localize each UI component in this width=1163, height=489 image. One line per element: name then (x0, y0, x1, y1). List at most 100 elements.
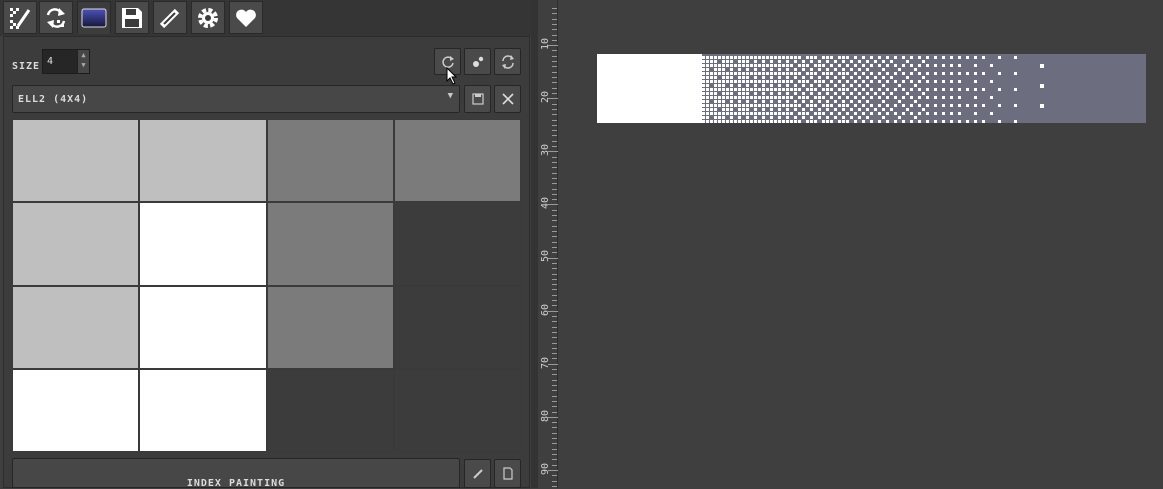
index-painting-button[interactable]: INDEX PAINTING (12, 458, 460, 489)
matrix-cell[interactable] (393, 119, 521, 203)
ruler-tick (552, 135, 557, 137)
ruler-tick (552, 278, 557, 280)
matrix-cell[interactable] (12, 285, 140, 369)
tab-pen[interactable] (153, 1, 187, 34)
new-document-button[interactable] (494, 459, 521, 488)
dither-pixel (802, 100, 805, 103)
ruler-tick (552, 119, 557, 121)
dither-pixel (722, 108, 725, 111)
edit-button[interactable] (464, 459, 491, 488)
tab-settings[interactable] (191, 1, 225, 34)
matrix-cell[interactable] (266, 368, 394, 452)
dither-pixel (926, 104, 929, 107)
dither-pixel (882, 84, 885, 87)
matrix-cell[interactable] (393, 202, 521, 286)
dither-pixel (790, 88, 793, 91)
dither-pixel (770, 112, 773, 115)
dither-pixel (858, 76, 861, 79)
ruler-tick (552, 289, 557, 291)
matrix-cell[interactable] (393, 285, 521, 369)
floppy-disk-icon (122, 7, 142, 28)
dither-pixel (898, 100, 901, 103)
dither-pixel (798, 104, 801, 107)
size-stepper[interactable]: ▲ ▼ (77, 50, 89, 73)
tab-favorite[interactable] (229, 1, 263, 34)
reset-button[interactable] (494, 48, 521, 75)
dither-pixel (858, 116, 861, 119)
delete-pattern-button[interactable] (494, 85, 521, 113)
matrix-cell[interactable] (266, 285, 394, 369)
dither-pixel (870, 56, 873, 59)
dither-pixel (918, 112, 921, 115)
matrix-cell[interactable] (139, 285, 267, 369)
dither-pixel (734, 56, 737, 59)
matrix-cell[interactable] (12, 202, 140, 286)
ruler-tick (552, 114, 557, 116)
dither-pixel (830, 104, 833, 107)
dither-pixel (794, 100, 797, 103)
dither-pixel (866, 68, 869, 71)
dither-pixel (710, 56, 713, 59)
reload-icon (501, 54, 514, 69)
ruler-tick (552, 183, 557, 185)
dither-pixel (778, 84, 781, 87)
save-pattern-button[interactable] (464, 85, 491, 113)
dither-pixel (702, 104, 705, 107)
matrix-cell[interactable] (139, 202, 267, 286)
ruler-tick (552, 347, 557, 349)
ruler-tick (552, 18, 557, 20)
dither-pixel (762, 80, 765, 83)
dither-pixel (838, 56, 841, 59)
dither-pixel (754, 88, 757, 91)
tab-gradient[interactable] (77, 1, 111, 34)
dither-pixel (762, 100, 765, 103)
tab-replace[interactable] (39, 1, 73, 34)
dither-pixel (838, 88, 841, 91)
tab-dither[interactable] (3, 1, 37, 34)
spin-up-icon[interactable]: ▲ (78, 50, 89, 60)
dither-pixel (854, 96, 857, 99)
dither-pixel (738, 68, 741, 71)
dither-pixel (722, 80, 725, 83)
dither-pixel (786, 60, 789, 63)
dither-pixel (798, 56, 801, 59)
tab-save[interactable] (115, 1, 149, 34)
dither-pixel (818, 84, 821, 87)
document-icon (502, 467, 513, 480)
pattern-dropdown[interactable]: ELL2 (4X4) ▼ (12, 85, 460, 113)
dither-pixel (730, 80, 733, 83)
dither-pixel (802, 116, 805, 119)
dither-pixel (738, 88, 741, 91)
matrix-cell[interactable] (12, 119, 140, 203)
matrix-cell[interactable] (12, 368, 140, 452)
ruler-tick (552, 262, 557, 264)
dither-pixel (902, 88, 905, 91)
dither-pixel (914, 84, 917, 87)
dither-matrix-grid[interactable] (12, 119, 521, 452)
matrix-cell[interactable] (266, 202, 394, 286)
dither-pixel (886, 112, 889, 115)
dither-pixel (810, 100, 813, 103)
dither-pixel (902, 104, 905, 107)
matrix-cell[interactable] (139, 368, 267, 452)
size-value[interactable]: 4 (47, 56, 53, 67)
dither-pixel (910, 96, 913, 99)
spin-down-icon[interactable]: ▼ (78, 60, 89, 70)
dots-button[interactable] (464, 48, 491, 75)
dither-pixel (786, 108, 789, 111)
dither-pixel (738, 80, 741, 83)
matrix-cell[interactable] (139, 119, 267, 203)
dither-pixel (746, 80, 749, 83)
ruler-tick (552, 454, 557, 456)
dither-pixel (734, 80, 737, 83)
chevron-down-icon[interactable]: ▼ (448, 91, 453, 101)
size-spinbox[interactable]: 4 ▲ ▼ (42, 49, 90, 74)
dither-pixel (778, 104, 781, 107)
matrix-cell[interactable] (266, 119, 394, 203)
dither-pixel (746, 84, 749, 87)
matrix-cell[interactable] (393, 368, 521, 452)
dither-pixel (758, 72, 761, 75)
dither-pixel (822, 104, 825, 107)
dither-pixel (762, 120, 765, 123)
dither-pixel (722, 72, 725, 75)
